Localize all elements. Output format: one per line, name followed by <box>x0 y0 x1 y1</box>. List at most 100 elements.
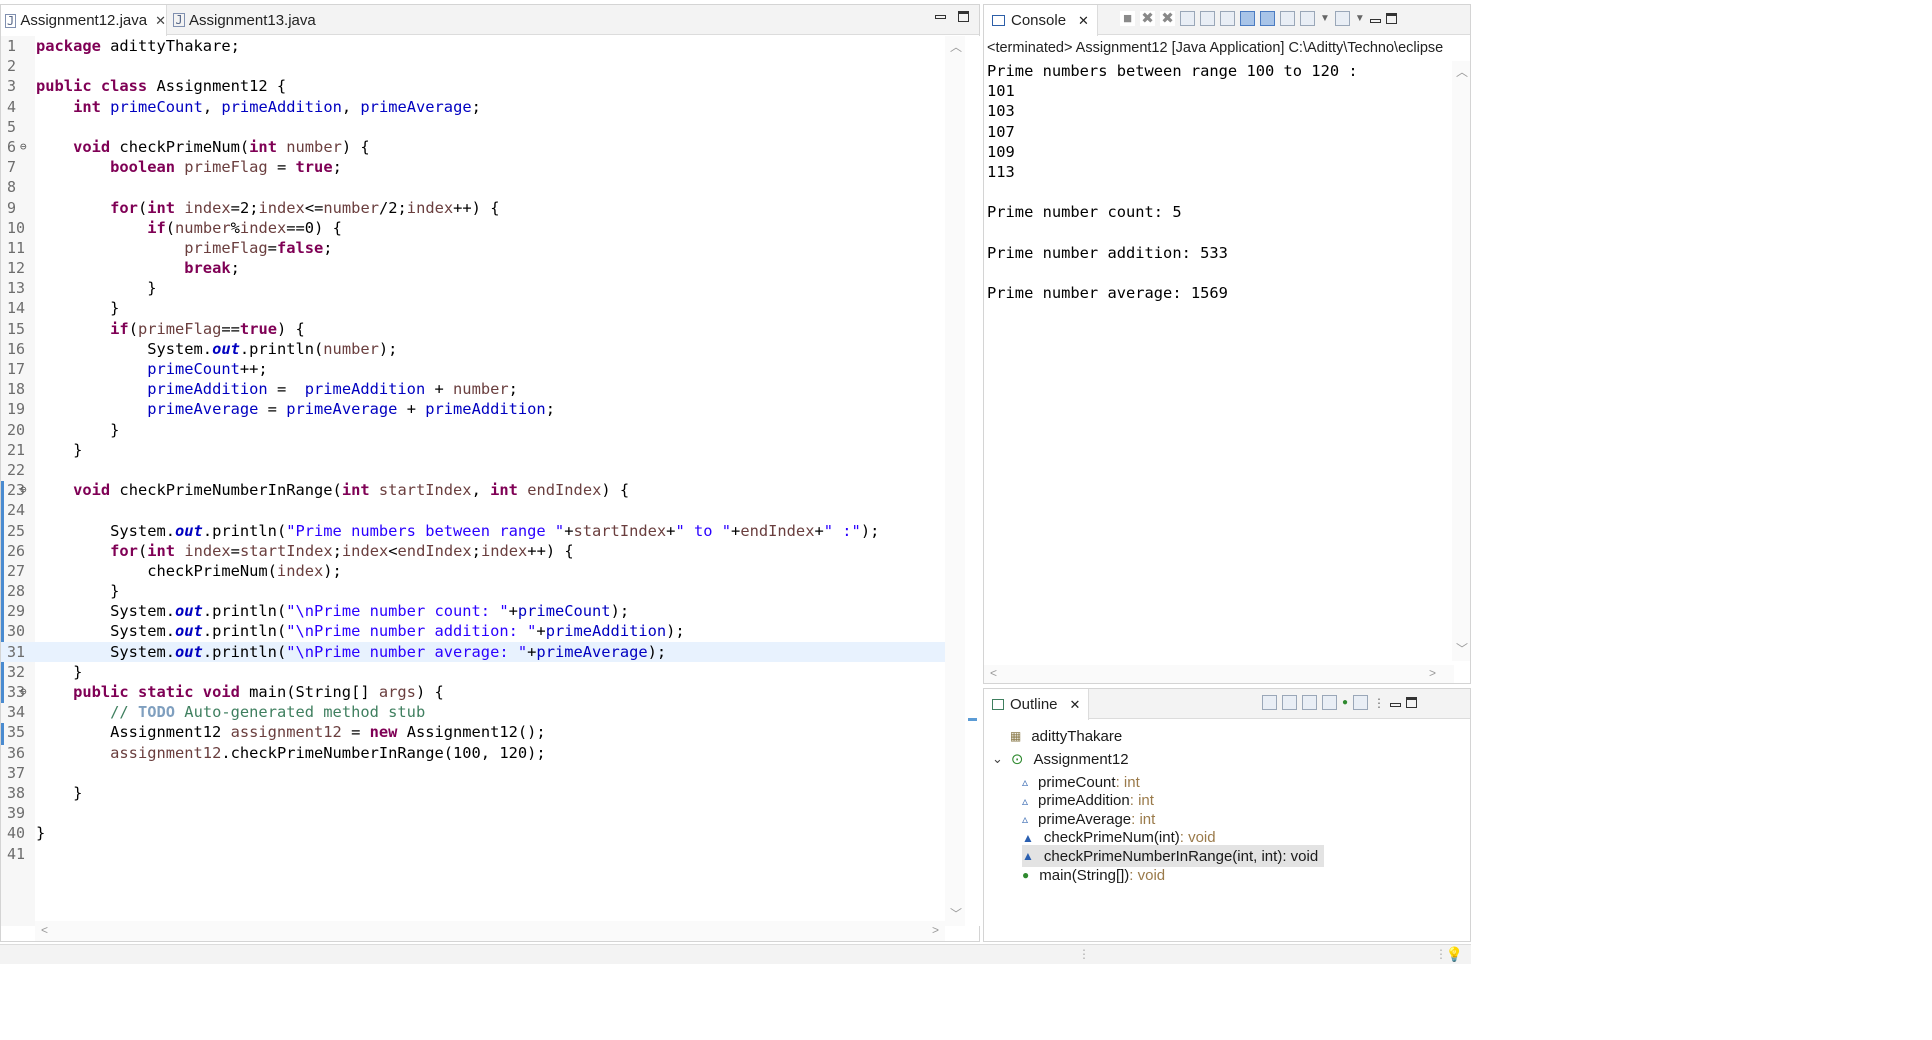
hide-fields-icon[interactable] <box>1302 695 1317 710</box>
open-console-icon[interactable] <box>1334 11 1350 26</box>
tab-assignment12[interactable]: J Assignment12.java ✕ <box>1 5 167 36</box>
code-line[interactable]: 36 assignment12.checkPrimeNumberInRange(… <box>1 743 946 763</box>
display-console-icon[interactable] <box>1300 11 1315 26</box>
remove-all-terminated-icon[interactable]: ✖ <box>1160 11 1175 26</box>
outline-class[interactable]: ⌄ ⊙ Assignment12 <box>992 748 1129 770</box>
code-line[interactable]: 11 primeFlag=false; <box>1 238 946 258</box>
code-line[interactable]: 20 } <box>1 420 946 440</box>
chevron-down-icon[interactable]: ⌄ <box>992 751 1003 767</box>
fold-icon[interactable]: ⊖ <box>20 137 27 157</box>
fold-icon[interactable]: ⊖ <box>20 682 27 702</box>
code-line[interactable]: 26 for(int index=startIndex;index<endInd… <box>1 541 946 561</box>
close-icon[interactable]: ✕ <box>1070 697 1081 713</box>
close-icon[interactable]: ✕ <box>155 13 166 29</box>
code-line[interactable]: 7 boolean primeFlag = true; <box>1 157 946 177</box>
package-label: adittyThakare <box>1031 727 1123 745</box>
method-icon: ▲ <box>1022 830 1034 845</box>
show-on-error-icon[interactable] <box>1260 11 1275 26</box>
code-line[interactable]: 40} <box>1 823 946 843</box>
code-line[interactable]: 9 for(int index=2;index<=number/2;index+… <box>1 198 946 218</box>
code-line[interactable]: 35 Assignment12 assignment12 = new Assig… <box>1 722 946 742</box>
pin-console-icon[interactable] <box>1280 11 1295 26</box>
hide-static-icon[interactable] <box>1322 695 1337 710</box>
console-output[interactable]: Prime numbers between range 100 to 120 :… <box>987 61 1447 303</box>
code-area[interactable]: 1 package adittyThakare; 2 3 public class As… <box>1 36 946 926</box>
status-separator-icon: ⋮ <box>1078 947 1090 961</box>
close-icon[interactable]: ✕ <box>1078 13 1089 29</box>
code-line[interactable]: 23 ⊖ void checkPrimeNumberInRange(int sta… <box>1 480 946 500</box>
clear-console-icon[interactable] <box>1180 11 1195 26</box>
show-on-output-icon[interactable] <box>1240 11 1255 26</box>
status-bar: ⋮ ⋮ 💡 <box>0 944 1471 964</box>
code-line[interactable]: 41 <box>1 844 946 864</box>
lightbulb-icon[interactable]: 💡 <box>1446 946 1463 963</box>
code-line[interactable]: 28 } <box>1 581 946 601</box>
terminate-icon[interactable]: ■ <box>1120 11 1135 26</box>
code-line[interactable]: 21 } <box>1 440 946 460</box>
minimize-icon[interactable] <box>1369 18 1381 23</box>
word-wrap-icon[interactable] <box>1220 11 1235 26</box>
editor-horizontal-scrollbar[interactable]: < > <box>35 921 945 941</box>
scroll-lock-icon[interactable] <box>1200 11 1215 26</box>
minimize-icon[interactable] <box>935 15 946 19</box>
minimize-icon[interactable] <box>1390 702 1402 707</box>
editor-vertical-scrollbar[interactable]: ︿ ﹀ <box>945 36 965 926</box>
maximize-icon[interactable] <box>958 11 969 22</box>
chevron-down-icon[interactable]: ▼ <box>1320 13 1330 24</box>
code-line[interactable]: 8 <box>1 177 946 197</box>
code-line[interactable]: 17 primeCount++; <box>1 359 946 379</box>
code-line[interactable]: 29 System.out.println("\nPrime number co… <box>1 601 946 621</box>
code-text: void checkPrimeNumberInRange(int startIn… <box>73 481 630 500</box>
code-text: } <box>36 279 157 298</box>
code-line[interactable]: 13 } <box>1 278 946 298</box>
code-line[interactable]: 39 <box>1 803 946 823</box>
code-line[interactable]: 24 <box>1 500 946 520</box>
maximize-icon[interactable] <box>1385 13 1397 24</box>
code-line[interactable]: 37 <box>1 763 946 783</box>
code-line[interactable]: 5 <box>1 117 946 137</box>
view-menu-icon[interactable]: ⋮ <box>1373 696 1385 710</box>
code-line[interactable]: 6 ⊖ void checkPrimeNum(int number) { <box>1 137 946 157</box>
code-line[interactable]: 2 <box>1 56 946 76</box>
code-text: } <box>36 420 120 439</box>
sort-icon[interactable] <box>1282 695 1297 710</box>
field-icon: ▵ <box>1022 793 1029 808</box>
code-line[interactable]: 3 public class Assignment12 { <box>1 76 946 96</box>
outline-package[interactable]: ▦ adittyThakare <box>1010 725 1122 747</box>
tab-assignment13[interactable]: J Assignment13.java <box>173 5 333 35</box>
code-line[interactable]: 4 int primeCount, primeAddition, primeAv… <box>1 97 946 117</box>
tab-outline[interactable]: Outline ✕ <box>984 689 1090 720</box>
member-type: : int <box>1115 773 1140 791</box>
code-line[interactable]: 31 System.out.println("\nPrime number av… <box>1 641 946 662</box>
fold-icon[interactable]: ⊖ <box>20 480 27 500</box>
maximize-icon[interactable] <box>1406 697 1418 708</box>
code-line[interactable]: 33 ⊖ public static void main(String[] arg… <box>1 682 946 702</box>
chevron-down-icon[interactable]: ▼ <box>1355 13 1365 24</box>
console-horizontal-scrollbar[interactable]: < > <box>984 665 1454 683</box>
code-line[interactable]: 32 } <box>1 662 946 682</box>
hide-local-types-icon[interactable] <box>1353 695 1369 710</box>
code-line[interactable]: 16 System.out.println(number); <box>1 339 946 359</box>
code-line[interactable]: 18 primeAddition = primeAddition + numbe… <box>1 379 946 399</box>
remove-launch-icon[interactable]: ✖ <box>1140 11 1155 26</box>
code-line[interactable]: 30 System.out.println("\nPrime number ad… <box>1 621 946 641</box>
hide-non-public-icon[interactable]: ● <box>1342 697 1348 708</box>
outline-member[interactable]: ● main(String[]) : void <box>1022 864 1165 886</box>
console-line: Prime number average: 1569 <box>987 284 1228 303</box>
tab-console[interactable]: Console ✕ <box>984 5 1098 36</box>
console-vertical-scrollbar[interactable]: ︿ ﹀ <box>1452 61 1470 661</box>
code-line[interactable]: 1 package adittyThakare; <box>1 36 946 56</box>
code-line[interactable]: 12 break; <box>1 258 946 278</box>
code-line[interactable]: 27 checkPrimeNum(index); <box>1 561 946 581</box>
code-line[interactable]: 15 if(primeFlag==true) { <box>1 319 946 339</box>
code-line[interactable]: 10 if(number%index==0) { <box>1 218 946 238</box>
code-line[interactable]: 34 // TODO Auto-generated method stub <box>1 702 946 722</box>
code-line[interactable]: 22 <box>1 460 946 480</box>
code-line[interactable]: 25 System.out.println("Prime numbers bet… <box>1 521 946 541</box>
collapse-all-icon[interactable] <box>1262 695 1277 710</box>
code-line[interactable]: 19 primeAverage = primeAverage + primeAd… <box>1 399 946 419</box>
field-icon: ▵ <box>1022 812 1029 827</box>
code-line[interactable]: 14 } <box>1 298 946 318</box>
editor-tab-bar: J Assignment12.java ✕ J Assignment13.jav… <box>1 5 979 36</box>
code-line[interactable]: 38 } <box>1 783 946 803</box>
